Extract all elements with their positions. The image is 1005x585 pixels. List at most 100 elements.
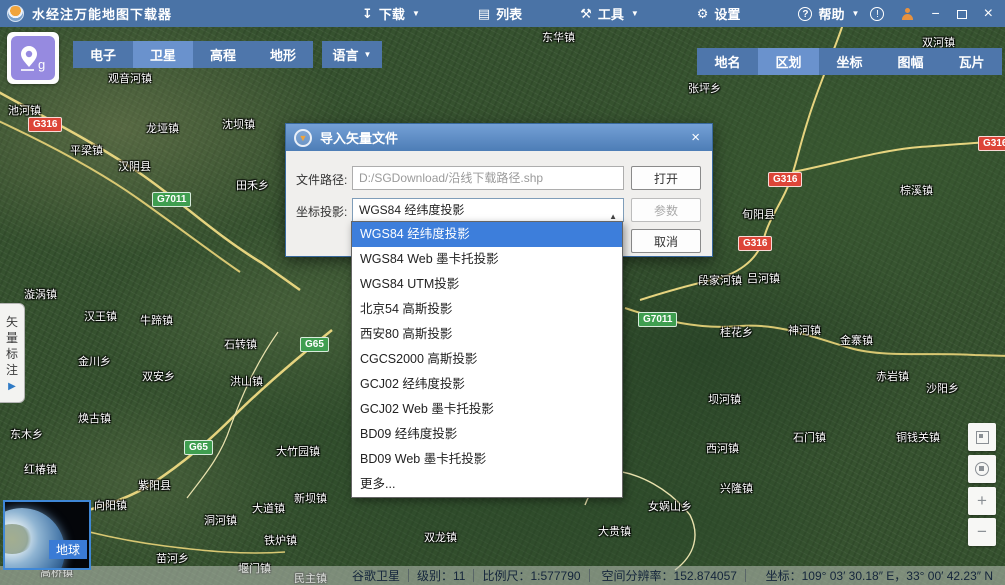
projection-combobox[interactable]: WGS84 经纬度投影 ▲ [352,198,624,222]
projection-dropdown: WGS84 经纬度投影WGS84 Web 墨卡托投影WGS84 UTM投影北京5… [351,221,623,498]
caret-down-icon: ▼ [364,50,372,59]
map-place-label: 牛蹄镇 [140,312,173,328]
menu-settings[interactable]: ⚙设置 [697,4,741,23]
app-title: 水经注万能地图下载器 [32,4,172,23]
zoom-in-button[interactable] [968,487,996,515]
titlebar[interactable]: 水经注万能地图下载器 ↧下载▼ ▤列表 ⚒ 工具 ▼ ⚙设置 ?帮助▼ [0,0,1005,27]
dropdown-item[interactable]: CGCS2000 高斯投影 [352,347,622,372]
map-place-label: 大道镇 [252,500,285,516]
menu-help[interactable]: ?帮助▼ [798,4,859,23]
map-type-电子[interactable]: 电子 [73,41,133,68]
map-place-label: 铜钱关镇 [896,429,940,445]
road-badge-G316: G316 [738,236,772,251]
vector-tab-char: 矢 [6,314,18,330]
center-button[interactable] [968,455,996,483]
map-place-label: 焕古镇 [78,410,111,426]
overlay-地名[interactable]: 地名 [697,48,758,75]
map-place-label: 赤岩镇 [876,368,909,384]
menu-tools[interactable]: ⚒工具▼ [580,4,639,23]
minimize-icon[interactable] [931,6,939,21]
map-place-label: 段家河镇 [698,272,742,288]
map-place-label: 吕河镇 [747,270,780,286]
open-button[interactable]: 打开 [631,166,701,190]
map-place-label: 东华镇 [542,29,575,45]
map-place-label: 田禾乡 [236,177,269,193]
map-place-label: 沈坝镇 [222,116,255,132]
location-pin-icon: g [11,36,55,80]
plus-icon [977,491,987,511]
road-badge-G65: G65 [300,337,329,352]
menu-list[interactable]: ▤列表 [478,4,522,23]
minus-icon [977,522,987,542]
cancel-button[interactable]: 取消 [631,229,701,253]
map-place-label: 兴隆镇 [720,480,753,496]
caret-down-icon: ▼ [412,9,420,18]
status-item: 空间分辨率：152.874057 [594,567,745,584]
status-item: 谷歌卫星 [344,567,408,584]
map-place-label: 汉阴县 [118,158,151,174]
menu-download[interactable]: ↧下载▼ [362,4,420,23]
map-place-label: 苗河乡 [156,550,189,566]
map-place-label: 女娲山乡 [648,498,692,514]
dropdown-item[interactable]: BD09 经纬度投影 [352,422,622,447]
map-place-label: 金川乡 [78,353,111,369]
map-place-label: 大竹园镇 [276,443,320,459]
dropdown-item[interactable]: 北京54 高斯投影 [352,297,622,322]
map-place-label: 石转镇 [224,336,257,352]
params-button[interactable]: 参数 [631,198,701,222]
dropdown-item[interactable]: BD09 Web 墨卡托投影 [352,447,622,472]
map-type-卫星[interactable]: 卫星 [133,41,193,68]
dropdown-item[interactable]: WGS84 经纬度投影 [352,222,622,247]
overlay-区划[interactable]: 区划 [758,48,819,75]
status-item: 级别：11 [409,567,473,584]
tools-icon: ⚒ [580,7,592,21]
zoom-out-button[interactable] [968,518,996,546]
dialog-title: 导入矢量文件 [320,128,398,147]
app-logo-icon [7,5,24,22]
vector-annotation-tab[interactable]: 矢量标注▶ [0,303,25,403]
dialog-header[interactable]: 导入矢量文件 × [286,124,712,151]
map-place-label: 西河镇 [706,440,739,456]
map-place-label: 向阳镇 [94,497,127,513]
dropdown-item[interactable]: GCJ02 Web 墨卡托投影 [352,397,622,422]
road-badge-G65: G65 [184,440,213,455]
map-place-label: 双安乡 [142,368,175,384]
road-badge-G316: G316 [978,136,1005,151]
help-icon: ? [798,7,812,21]
status-separator [589,569,590,582]
dropdown-item[interactable]: WGS84 UTM投影 [352,272,622,297]
overlay-坐标[interactable]: 坐标 [819,48,880,75]
dialog-close-icon[interactable]: × [687,129,704,146]
dropdown-item[interactable]: 西安80 高斯投影 [352,322,622,347]
user-icon[interactable] [901,8,914,20]
dropdown-item[interactable]: GCJ02 经纬度投影 [352,372,622,397]
map-type-bar: 电子卫星高程地形 [73,41,313,68]
file-path-input[interactable]: D:/SGDownload/沿线下载路径.shp [352,166,624,190]
menu-bar: ↧下载▼ ▤列表 ⚒ 工具 ▼ ⚙设置 ?帮助▼ [362,4,859,23]
dropdown-item[interactable]: WGS84 Web 墨卡托投影 [352,247,622,272]
status-item: 坐标：109° 03′ 30.18″ E，33° 00′ 42.23″ N [758,567,1001,584]
overlay-瓦片[interactable]: 瓦片 [941,48,1002,75]
titlebar-right [870,6,1005,21]
maximize-icon[interactable] [957,10,967,19]
overlay-图幅[interactable]: 图幅 [880,48,941,75]
map-logo-tile[interactable]: g [7,32,59,84]
map-type-高程[interactable]: 高程 [193,41,253,68]
status-item: 比例尺：1:577790 [474,567,588,584]
language-button[interactable]: 语言 ▼ [322,41,382,68]
projection-value: WGS84 经纬度投影 [359,203,464,217]
dropdown-item[interactable]: 更多... [352,472,622,497]
projection-label: 坐标投影: [296,203,347,220]
menu-label: 工具 [598,4,624,23]
map-type-地形[interactable]: 地形 [253,41,313,68]
map-place-label: 龙垭镇 [146,120,179,136]
center-target-icon [975,462,989,476]
info-icon[interactable] [870,7,884,21]
fullscreen-button[interactable] [968,423,996,451]
earth-thumbnail[interactable]: 地球 [3,500,91,570]
close-icon[interactable] [984,7,993,21]
map-place-label: 紫阳县 [138,477,171,493]
map-place-label: 洞河镇 [204,512,237,528]
map-place-label: 双龙镇 [424,529,457,545]
caret-down-icon: ▼ [851,9,859,18]
